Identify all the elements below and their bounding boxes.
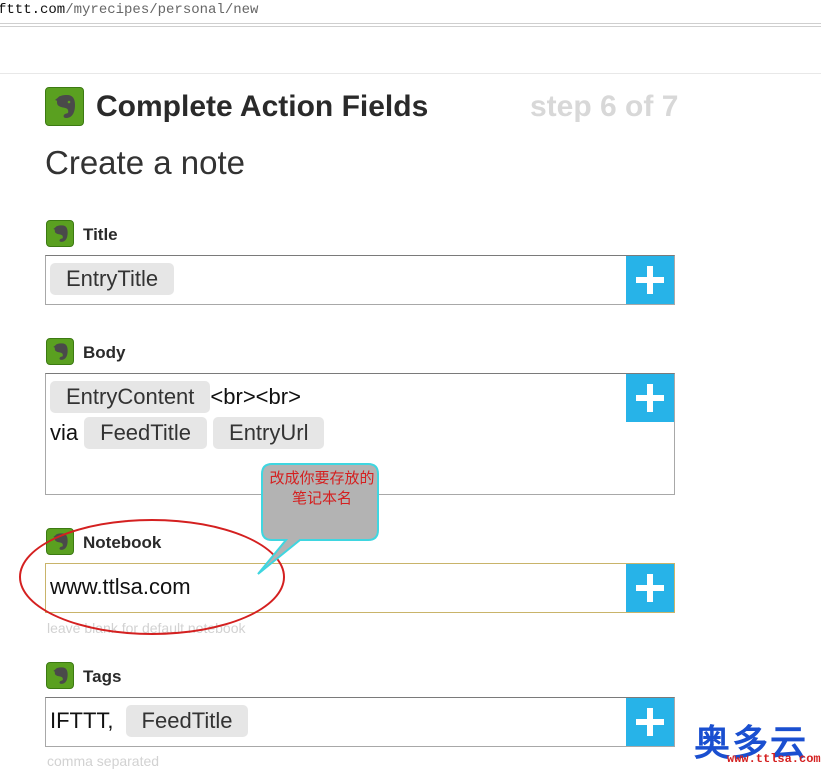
page-title: Complete Action Fields <box>96 90 429 123</box>
evernote-elephant-icon <box>46 662 74 689</box>
watermark-url: www.ttlsa.com <box>727 752 821 766</box>
plus-icon <box>636 384 664 412</box>
address-bar[interactable]: fttt.com/myrecipes/personal/new <box>0 0 821 22</box>
ingredient-pill[interactable]: EntryContent <box>50 381 211 413</box>
evernote-elephant-icon <box>46 338 74 365</box>
ingredient-pill[interactable]: FeedTitle <box>125 705 249 737</box>
title-field[interactable]: EntryTitle <box>45 255 675 305</box>
body-text: via <box>50 420 79 445</box>
divider <box>0 73 821 74</box>
body-text: <br><br> <box>210 384 301 409</box>
step-indicator: step 6 of 7 <box>530 90 679 123</box>
body-field-label: Body <box>83 343 126 362</box>
ingredient-pill[interactable]: FeedTitle <box>84 417 208 449</box>
add-ingredient-button[interactable] <box>626 374 674 422</box>
evernote-elephant-icon <box>46 220 74 247</box>
highlight-ellipse <box>19 519 285 635</box>
divider <box>0 23 821 24</box>
plus-icon <box>636 708 664 736</box>
divider <box>0 26 821 27</box>
title-field-label: Title <box>83 225 118 244</box>
url-path: /myrecipes/personal/new <box>65 2 259 18</box>
tags-field-label: Tags <box>83 667 122 686</box>
plus-icon <box>636 266 664 294</box>
add-ingredient-button[interactable] <box>626 256 674 304</box>
action-name: Create a note <box>45 144 245 181</box>
tags-text: IFTTT, <box>50 708 114 733</box>
evernote-elephant-icon <box>45 87 84 126</box>
ingredient-pill[interactable]: EntryUrl <box>213 417 325 449</box>
tags-field[interactable]: IFTTT, FeedTitle <box>45 697 675 747</box>
url-host: fttt.com <box>0 2 66 18</box>
plus-icon <box>636 574 664 602</box>
ingredient-pill[interactable]: EntryTitle <box>50 263 175 295</box>
add-ingredient-button[interactable] <box>626 698 674 746</box>
tags-hint: comma separated <box>47 753 160 769</box>
add-ingredient-button[interactable] <box>626 564 674 612</box>
callout-text: 改成你要存放的笔记本名 <box>269 470 375 507</box>
